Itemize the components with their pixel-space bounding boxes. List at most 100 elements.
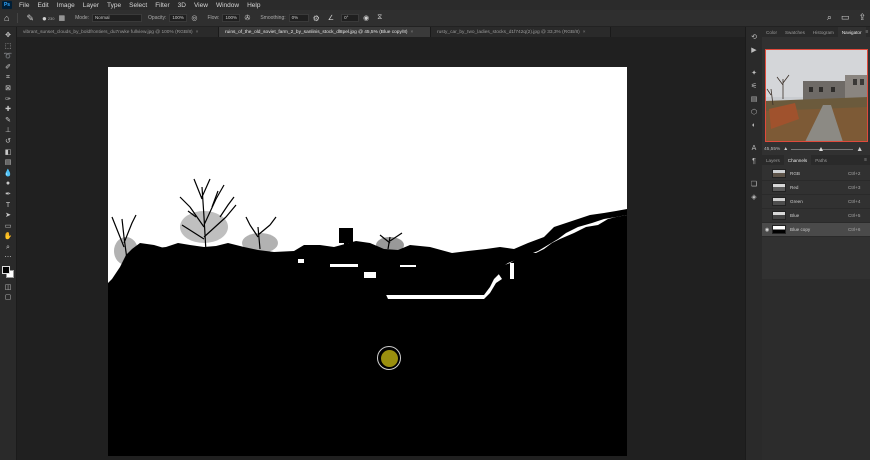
navigator-thumbnail[interactable] xyxy=(765,49,868,142)
channel-row-blue[interactable]: Blue Ctrl+5 xyxy=(762,209,870,223)
symmetry-icon[interactable]: ⧖ xyxy=(377,14,382,22)
lasso-icon[interactable]: ➰ xyxy=(2,52,14,61)
channel-name: RGB xyxy=(790,171,800,176)
airbrush-icon[interactable]: ✇ xyxy=(244,14,250,22)
pen-icon[interactable]: ✒ xyxy=(2,190,14,199)
document-tab[interactable]: vibrant_sunset_clouds_by_boldfrontiers_d… xyxy=(17,27,219,37)
channels-icon[interactable]: ◈ xyxy=(751,193,756,202)
brush-icon[interactable]: ✎ xyxy=(2,116,14,125)
close-icon[interactable]: × xyxy=(410,30,413,35)
document-tabs: vibrant_sunset_clouds_by_boldfrontiers_d… xyxy=(17,27,745,37)
menu-window[interactable]: Window xyxy=(212,2,243,9)
healing-icon[interactable]: ✚ xyxy=(2,105,14,114)
styles-icon[interactable]: ◐ xyxy=(752,121,756,130)
gradient-icon[interactable]: ▤ xyxy=(2,158,14,167)
menu-file[interactable]: File xyxy=(15,2,33,9)
tab-swatches[interactable]: Swatches xyxy=(781,27,809,37)
paragraph-icon[interactable]: ¶ xyxy=(752,157,756,166)
play-actions-icon[interactable]: ▶ xyxy=(751,46,756,55)
color-swatches[interactable] xyxy=(2,266,14,279)
channel-row-rgb[interactable]: RGB Ctrl+2 xyxy=(762,167,870,181)
panel-menu-icon[interactable]: ≡ xyxy=(866,29,870,35)
brush-tool-preset-icon[interactable]: ✎ xyxy=(26,13,34,24)
search-icon[interactable]: ⌕ xyxy=(827,12,832,23)
type-icon[interactable]: T xyxy=(2,201,14,210)
document-tab[interactable]: rusty_car_by_two_ladies_stocks_d1f742q(2… xyxy=(431,27,611,37)
eraser-icon[interactable]: ◧ xyxy=(2,148,14,157)
dodge-icon[interactable]: ● xyxy=(2,179,14,188)
close-icon[interactable]: × xyxy=(583,30,586,35)
character-icon[interactable]: A xyxy=(752,144,757,153)
opacity-field[interactable]: 100% xyxy=(169,14,188,22)
document-canvas[interactable] xyxy=(108,67,627,456)
layer-comps-icon[interactable]: ❏ xyxy=(751,180,757,189)
mode-select[interactable]: Normal xyxy=(92,14,143,22)
home-icon[interactable]: ⌂ xyxy=(4,13,9,23)
tab-layers[interactable]: Layers xyxy=(762,155,784,165)
move-icon[interactable]: ✥ xyxy=(2,31,14,40)
path-select-icon[interactable]: ➤ xyxy=(2,211,14,220)
tab-channels[interactable]: Channels xyxy=(783,155,812,165)
properties-icon[interactable]: ⚟ xyxy=(751,82,757,91)
menu-view[interactable]: View xyxy=(190,2,212,9)
navigator-zoom-value[interactable]: 45,55% xyxy=(764,147,780,152)
menu-filter[interactable]: Filter xyxy=(151,2,173,9)
pressure-size-icon[interactable]: ◉ xyxy=(363,14,369,22)
channel-name: Blue copy xyxy=(790,227,811,232)
hand-icon[interactable]: ✋ xyxy=(2,232,14,241)
document-tab-active[interactable]: ruins_of_the_old_soviet_farm_2_by_sanlin… xyxy=(219,27,431,37)
zoom-slider[interactable] xyxy=(791,146,854,151)
eyedropper-icon[interactable]: ✑ xyxy=(2,95,14,104)
smoothing-options-gear-icon[interactable]: ⚙ xyxy=(313,14,320,23)
channel-row-blue-copy[interactable]: ◉ Blue copy Ctrl+6 xyxy=(762,223,870,237)
layers-panel-tabs: Layers Channels Paths ≡ xyxy=(762,155,870,165)
more-tools-icon[interactable]: ⋯ xyxy=(2,253,14,262)
screen-mode-icon[interactable]: ▢ xyxy=(2,293,14,302)
rectangle-icon[interactable]: ▭ xyxy=(2,222,14,231)
tab-histogram[interactable]: Histogram xyxy=(809,27,838,37)
brush-preview-icon[interactable]: ● xyxy=(42,14,47,23)
menu-edit[interactable]: Edit xyxy=(33,2,52,9)
history-brush-icon[interactable]: ↺ xyxy=(2,137,14,146)
blur-icon[interactable]: 💧 xyxy=(2,169,14,178)
pressure-opacity-icon[interactable]: ◎ xyxy=(191,14,197,22)
menu-layer[interactable]: Layer xyxy=(79,2,103,9)
frame-icon[interactable]: ⊠ xyxy=(2,84,14,93)
brush-settings-icon[interactable]: ▦ xyxy=(59,14,66,22)
document-tab-label: vibrant_sunset_clouds_by_boldfrontiers_d… xyxy=(23,29,193,35)
menu-image[interactable]: Image xyxy=(53,2,79,9)
menu-type[interactable]: Type xyxy=(103,2,125,9)
zoom-slider-handle[interactable] xyxy=(819,146,824,151)
angle-field[interactable]: 0° xyxy=(341,14,360,22)
tab-paths[interactable]: Paths xyxy=(811,155,831,165)
tab-navigator[interactable]: Navigator xyxy=(837,27,866,37)
panel-menu-icon[interactable]: ≡ xyxy=(864,157,870,163)
zoom-out-icon[interactable]: ▲ xyxy=(783,146,788,152)
adjustments-icon[interactable]: ✦ xyxy=(751,69,757,78)
close-icon[interactable]: × xyxy=(196,30,199,35)
quick-select-icon[interactable]: ✐ xyxy=(2,63,14,72)
libraries-icon[interactable]: ▤ xyxy=(751,95,758,104)
menu-help[interactable]: Help xyxy=(243,2,264,9)
3d-icon[interactable]: ⬡ xyxy=(751,108,757,117)
menu-select[interactable]: Select xyxy=(125,2,151,9)
smoothing-field[interactable]: 0% xyxy=(288,14,309,22)
zoom-in-icon[interactable]: ▲ xyxy=(856,146,863,153)
crop-icon[interactable]: ⌗ xyxy=(2,73,14,82)
eye-icon[interactable]: ◉ xyxy=(762,227,772,233)
zoom-icon[interactable]: ⌕ xyxy=(2,243,14,252)
share-icon[interactable]: ⇪ xyxy=(858,12,866,23)
workspace-icon[interactable]: ▭ xyxy=(841,12,850,23)
channel-row-red[interactable]: Red Ctrl+3 xyxy=(762,181,870,195)
marquee-icon[interactable]: ⬚ xyxy=(2,42,14,51)
photoshop-logo: Ps xyxy=(2,1,12,9)
foreground-color-swatch[interactable] xyxy=(2,266,10,275)
clone-stamp-icon[interactable]: ⊥ xyxy=(2,126,14,135)
quick-mask-icon[interactable]: ◫ xyxy=(2,283,14,292)
channel-row-green[interactable]: Green Ctrl+4 xyxy=(762,195,870,209)
navigator-view-frame[interactable] xyxy=(765,49,868,142)
history-icon[interactable]: ⟲ xyxy=(751,33,757,42)
flow-field[interactable]: 100% xyxy=(222,14,241,22)
menu-3d[interactable]: 3D xyxy=(174,2,190,9)
tab-color[interactable]: Color xyxy=(762,27,781,37)
